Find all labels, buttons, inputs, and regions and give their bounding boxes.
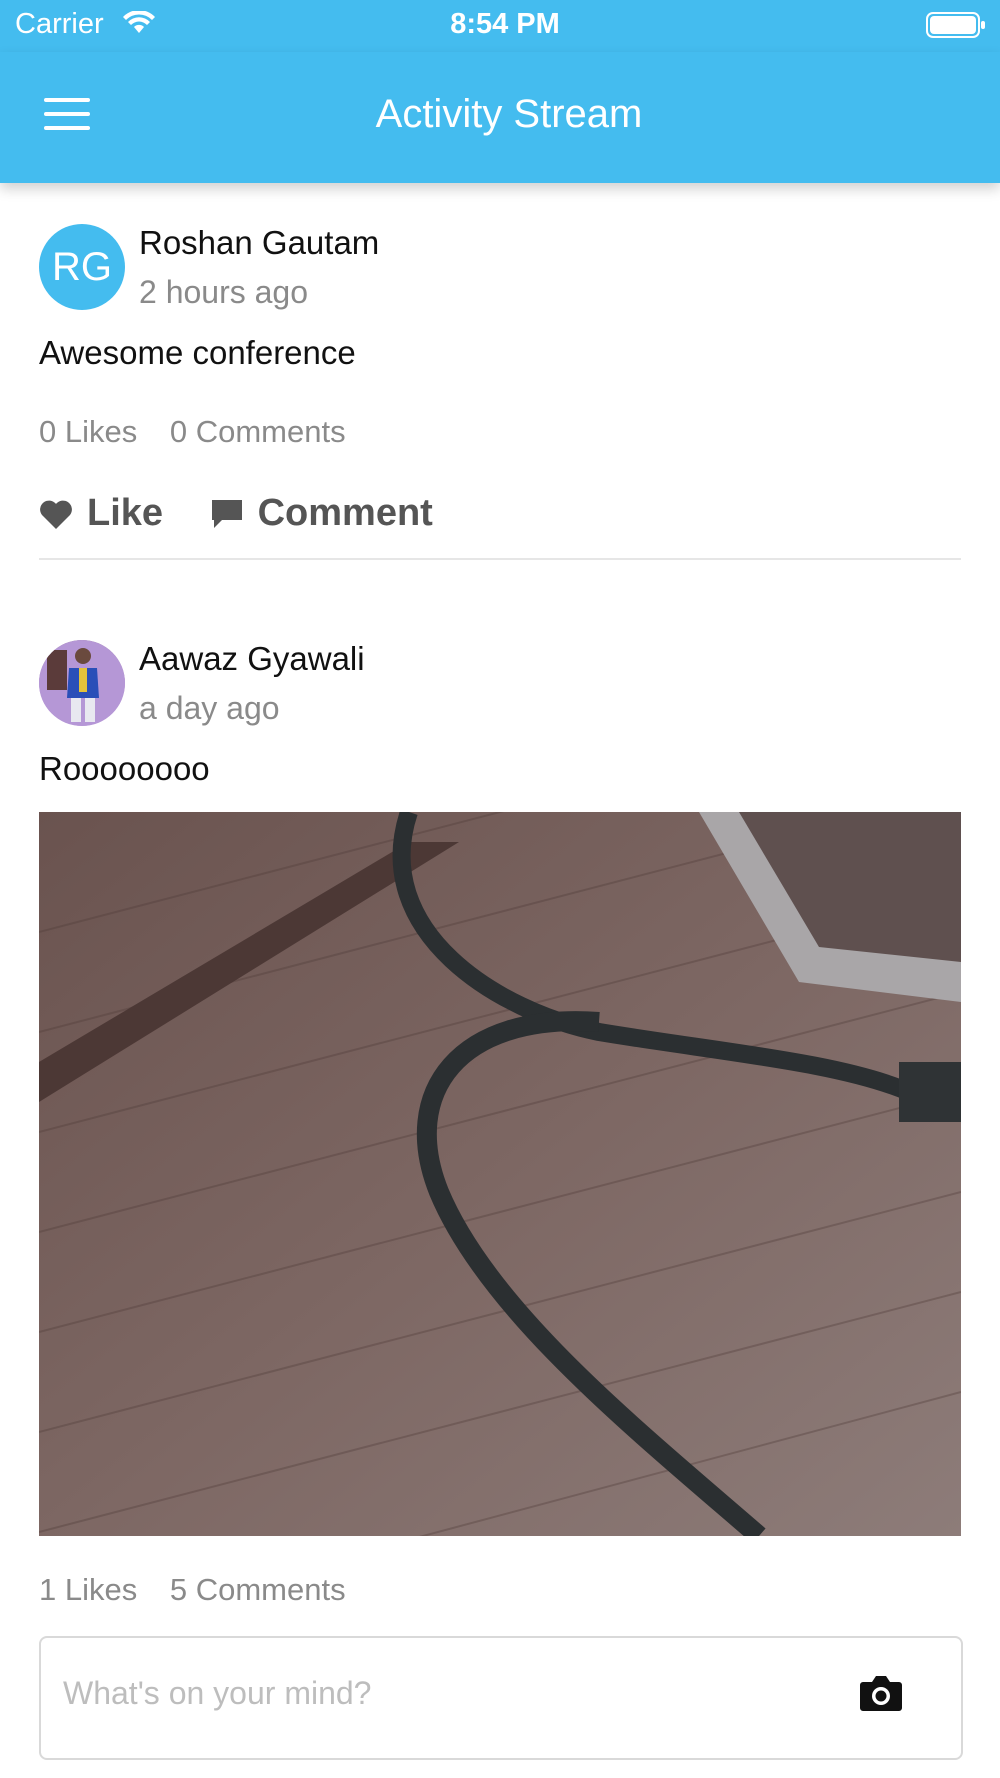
avatar[interactable] — [39, 640, 125, 726]
comments-count[interactable]: 0 Comments — [170, 414, 346, 449]
composer — [39, 1636, 963, 1760]
camera-icon[interactable] — [859, 1674, 903, 1717]
likes-count[interactable]: 1 Likes — [39, 1572, 137, 1607]
comment-label: Comment — [257, 492, 433, 534]
comment-button[interactable]: Comment — [210, 492, 433, 535]
avatar[interactable]: RG — [39, 224, 125, 310]
comment-icon — [211, 499, 242, 528]
post-author[interactable]: Roshan Gautam — [139, 224, 379, 262]
post-counts: 0 Likes 0 Comments — [39, 414, 370, 450]
divider — [39, 558, 961, 560]
post-counts: 1 Likes 5 Comments — [39, 1572, 370, 1608]
post-time: 2 hours ago — [139, 274, 309, 310]
heart-icon — [40, 500, 72, 529]
battery-icon — [926, 12, 986, 43]
app-header: Activity Stream — [0, 52, 1000, 183]
like-label: Like — [87, 492, 164, 534]
post-text: Roooooooo — [39, 750, 210, 787]
status-input[interactable] — [61, 1674, 845, 1713]
post-actions: Like Comment — [39, 492, 469, 540]
page-title: Activity Stream — [375, 92, 643, 136]
status-bar: Carrier 8:54 PM — [0, 0, 1000, 52]
post-image[interactable] — [39, 812, 961, 1536]
post-author[interactable]: Aawaz Gyawali — [139, 640, 365, 678]
like-button[interactable]: Like — [39, 492, 163, 535]
comments-count[interactable]: 5 Comments — [170, 1572, 346, 1607]
post-text: Awesome conference — [39, 334, 356, 371]
likes-count[interactable]: 0 Likes — [39, 414, 137, 449]
clock: 8:54 PM — [450, 8, 560, 40]
post-time: a day ago — [139, 690, 280, 726]
